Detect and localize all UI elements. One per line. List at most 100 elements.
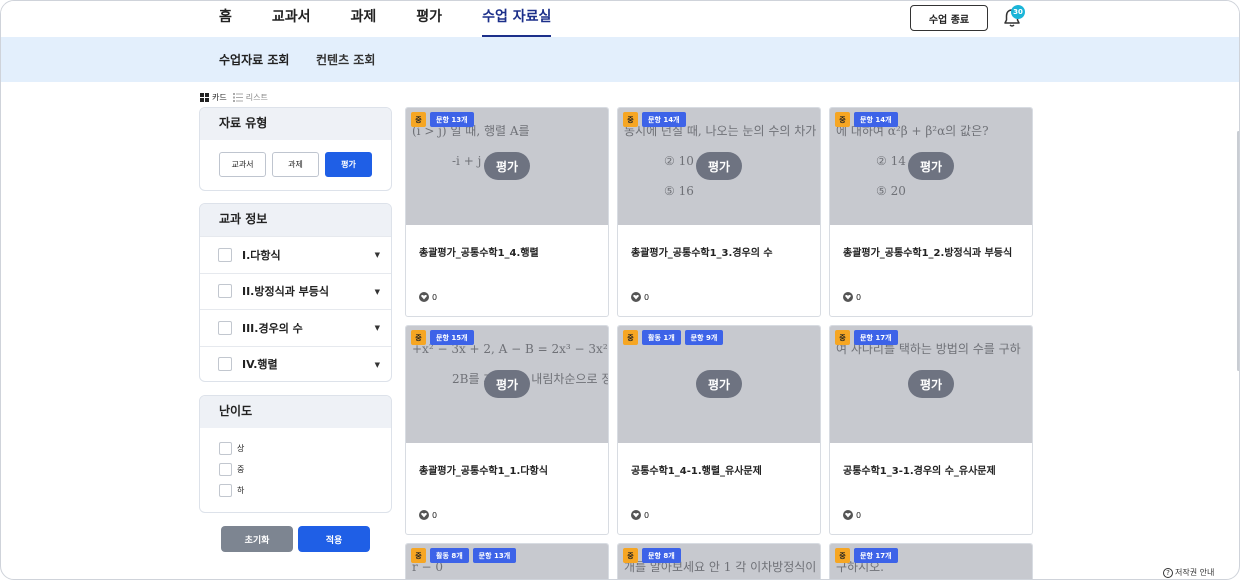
difficulty-checkbox[interactable]: [219, 484, 232, 497]
like-count: 0: [432, 292, 438, 302]
count-badge: 문항 17개: [854, 548, 898, 563]
difficulty-row[interactable]: 중: [200, 459, 391, 480]
heart-icon[interactable]: [419, 292, 429, 302]
evaluation-overlay-label: 평가: [484, 370, 530, 398]
subject-row[interactable]: I.다항식 ▼: [200, 236, 391, 273]
heart-icon[interactable]: [843, 292, 853, 302]
view-toggle: 카드 리스트: [200, 92, 268, 103]
view-card-option[interactable]: 카드: [200, 92, 227, 103]
sub-navigation: 수업자료 조회 컨텐츠 조회: [1, 37, 1239, 82]
card-likes[interactable]: 0: [631, 292, 649, 302]
material-card[interactable]: 여 사다리를 택하는 방법의 수를 구하 중 문항 17개 평가 공통수학1_3-1.경…: [829, 325, 1033, 535]
count-badge: 문항 13개: [430, 112, 474, 127]
evaluation-overlay-label: 평가: [908, 152, 954, 180]
subject-info-title: 교과 정보: [200, 204, 391, 236]
subject-label: III.경우의 수: [242, 321, 303, 335]
card-thumbnail: 구하시오. 중 문항 17개: [830, 544, 1032, 579]
card-title: 공통수학1_4-1.행렬_유사문제: [631, 466, 762, 477]
subject-checkbox[interactable]: [218, 247, 232, 262]
evaluation-overlay-label: 평가: [696, 152, 742, 180]
level-badge: 중: [623, 330, 638, 345]
grid-icon: [200, 93, 209, 102]
level-badge: 중: [411, 330, 426, 345]
difficulty-checkbox[interactable]: [219, 463, 232, 476]
notification-count-badge: 30: [1011, 5, 1025, 19]
level-badge: 중: [623, 548, 638, 563]
card-title: 총괄평가_공통수학1_3.경우의 수: [631, 248, 773, 259]
nav-textbook[interactable]: 교과서: [272, 1, 311, 37]
material-card[interactable]: 에 대하여 α²β + β²α의 값은? ② 14 ⑤ 20 중 문항 14개 평가 총괄평…: [829, 107, 1033, 317]
material-card[interactable]: (i > j) 일 때, 행렬 A를-i + j (i ≤ j)중문항 13개평…: [405, 107, 609, 317]
apply-button[interactable]: 적용: [298, 526, 370, 552]
card-title: 총괄평가_공통수학1_1.다항식: [419, 466, 548, 477]
nav-class-materials[interactable]: 수업 자료실: [482, 1, 552, 37]
caret-down-icon[interactable]: ▼: [375, 288, 380, 296]
subject-checkbox[interactable]: [218, 320, 232, 335]
app-frame: 홈 교과서 과제 평가 수업 자료실 수업 종료 30 수업자료 조회 컨텐츠 …: [0, 0, 1240, 580]
card-thumbnail: (i > j) 일 때, 행렬 A를-i + j (i ≤ j)중문항 13개평…: [406, 108, 608, 225]
card-badges: 중 문항 13개: [411, 112, 474, 127]
subject-info-panel: 교과 정보 I.다항식 ▼ II.방정식과 부등식 ▼ III.경우의 수 ▼ …: [199, 203, 392, 382]
difficulty-row[interactable]: 상: [200, 438, 391, 459]
difficulty-panel: 난이도 상 중 하: [199, 395, 392, 513]
card-badges: 중 문항 14개: [835, 112, 898, 127]
card-badges: 중 문항 17개: [835, 548, 898, 563]
subject-row[interactable]: III.경우의 수 ▼: [200, 309, 391, 346]
copyright-link[interactable]: ? 저작권 안내: [1163, 567, 1214, 578]
level-badge: 중: [835, 330, 850, 345]
subject-row[interactable]: IV.행렬 ▼: [200, 345, 391, 382]
reset-button[interactable]: 초기화: [221, 526, 293, 552]
copyright-label: 저작권 안내: [1175, 568, 1215, 577]
heart-icon[interactable]: [631, 292, 641, 302]
difficulty-label: 하: [237, 486, 245, 495]
material-card[interactable]: 개를 알아보세요 안 1 각 이차방정식이 된 연결하시오.중문항 8개: [617, 543, 821, 579]
evaluation-overlay-label: 평가: [484, 152, 530, 180]
difficulty-label: 상: [237, 444, 245, 453]
like-count: 0: [856, 292, 862, 302]
material-card[interactable]: +x² − 3x + 2, A − B = 2x³ − 3x² + 5x − 4…: [405, 325, 609, 535]
card-thumbnail: 여 사다리를 택하는 방법의 수를 구하 중 문항 17개 평가: [830, 326, 1032, 443]
difficulty-checkbox[interactable]: [219, 442, 232, 455]
like-count: 0: [856, 510, 862, 520]
like-count: 0: [644, 292, 650, 302]
card-likes[interactable]: 0: [419, 510, 437, 520]
nav-home[interactable]: 홈: [219, 1, 232, 37]
caret-down-icon[interactable]: ▼: [375, 361, 380, 369]
count-badge: 문항 9개: [684, 330, 724, 345]
card-likes[interactable]: 0: [843, 292, 861, 302]
list-icon: [232, 93, 243, 102]
type-assignment-button[interactable]: 과제: [272, 152, 319, 177]
material-card[interactable]: 구하시오. 중 문항 17개: [829, 543, 1033, 579]
material-card[interactable]: r − 0 중 활동 8개 문항 13개: [405, 543, 609, 579]
subject-checkbox[interactable]: [218, 357, 232, 372]
difficulty-row[interactable]: 하: [200, 480, 391, 501]
subject-checkbox[interactable]: [218, 284, 232, 299]
type-textbook-button[interactable]: 교과서: [219, 152, 266, 177]
tab-content-search[interactable]: 컨텐츠 조회: [316, 51, 375, 68]
caret-down-icon[interactable]: ▼: [375, 324, 380, 332]
end-class-button[interactable]: 수업 종료: [910, 5, 988, 31]
card-likes[interactable]: 0: [419, 292, 437, 302]
type-evaluation-button[interactable]: 평가: [325, 152, 372, 177]
card-likes[interactable]: 0: [631, 510, 649, 520]
material-card[interactable]: 동시에 던질 때, 나오는 눈의 수의 차가 ② 10 ⑤ 16 중 문항 14개 평가 총…: [617, 107, 821, 317]
subject-row[interactable]: II.방정식과 부등식 ▼: [200, 272, 391, 310]
card-likes[interactable]: 0: [843, 510, 861, 520]
heart-icon[interactable]: [631, 510, 641, 520]
like-count: 0: [644, 510, 650, 520]
material-card[interactable]: 중 활동 1개 문항 9개 평가 공통수학1_4-1.행렬_유사문제 0: [617, 325, 821, 535]
card-badges: 중 문항 15개: [411, 330, 474, 345]
nav-evaluation[interactable]: 평가: [416, 1, 442, 37]
tab-class-material-search[interactable]: 수업자료 조회: [219, 51, 289, 68]
caret-down-icon[interactable]: ▼: [375, 251, 380, 259]
level-badge: 중: [411, 548, 426, 563]
count-badge: 문항 14개: [854, 112, 898, 127]
nav-assignment[interactable]: 과제: [351, 1, 377, 37]
evaluation-overlay-label: 평가: [696, 370, 742, 398]
difficulty-label: 중: [237, 465, 245, 474]
count-badge: 문항 17개: [854, 330, 898, 345]
heart-icon[interactable]: [419, 510, 429, 520]
heart-icon[interactable]: [843, 510, 853, 520]
view-list-option[interactable]: 리스트: [232, 92, 268, 103]
card-thumbnail: 개를 알아보세요 안 1 각 이차방정식이 된 연결하시오.중문항 8개: [618, 544, 820, 579]
